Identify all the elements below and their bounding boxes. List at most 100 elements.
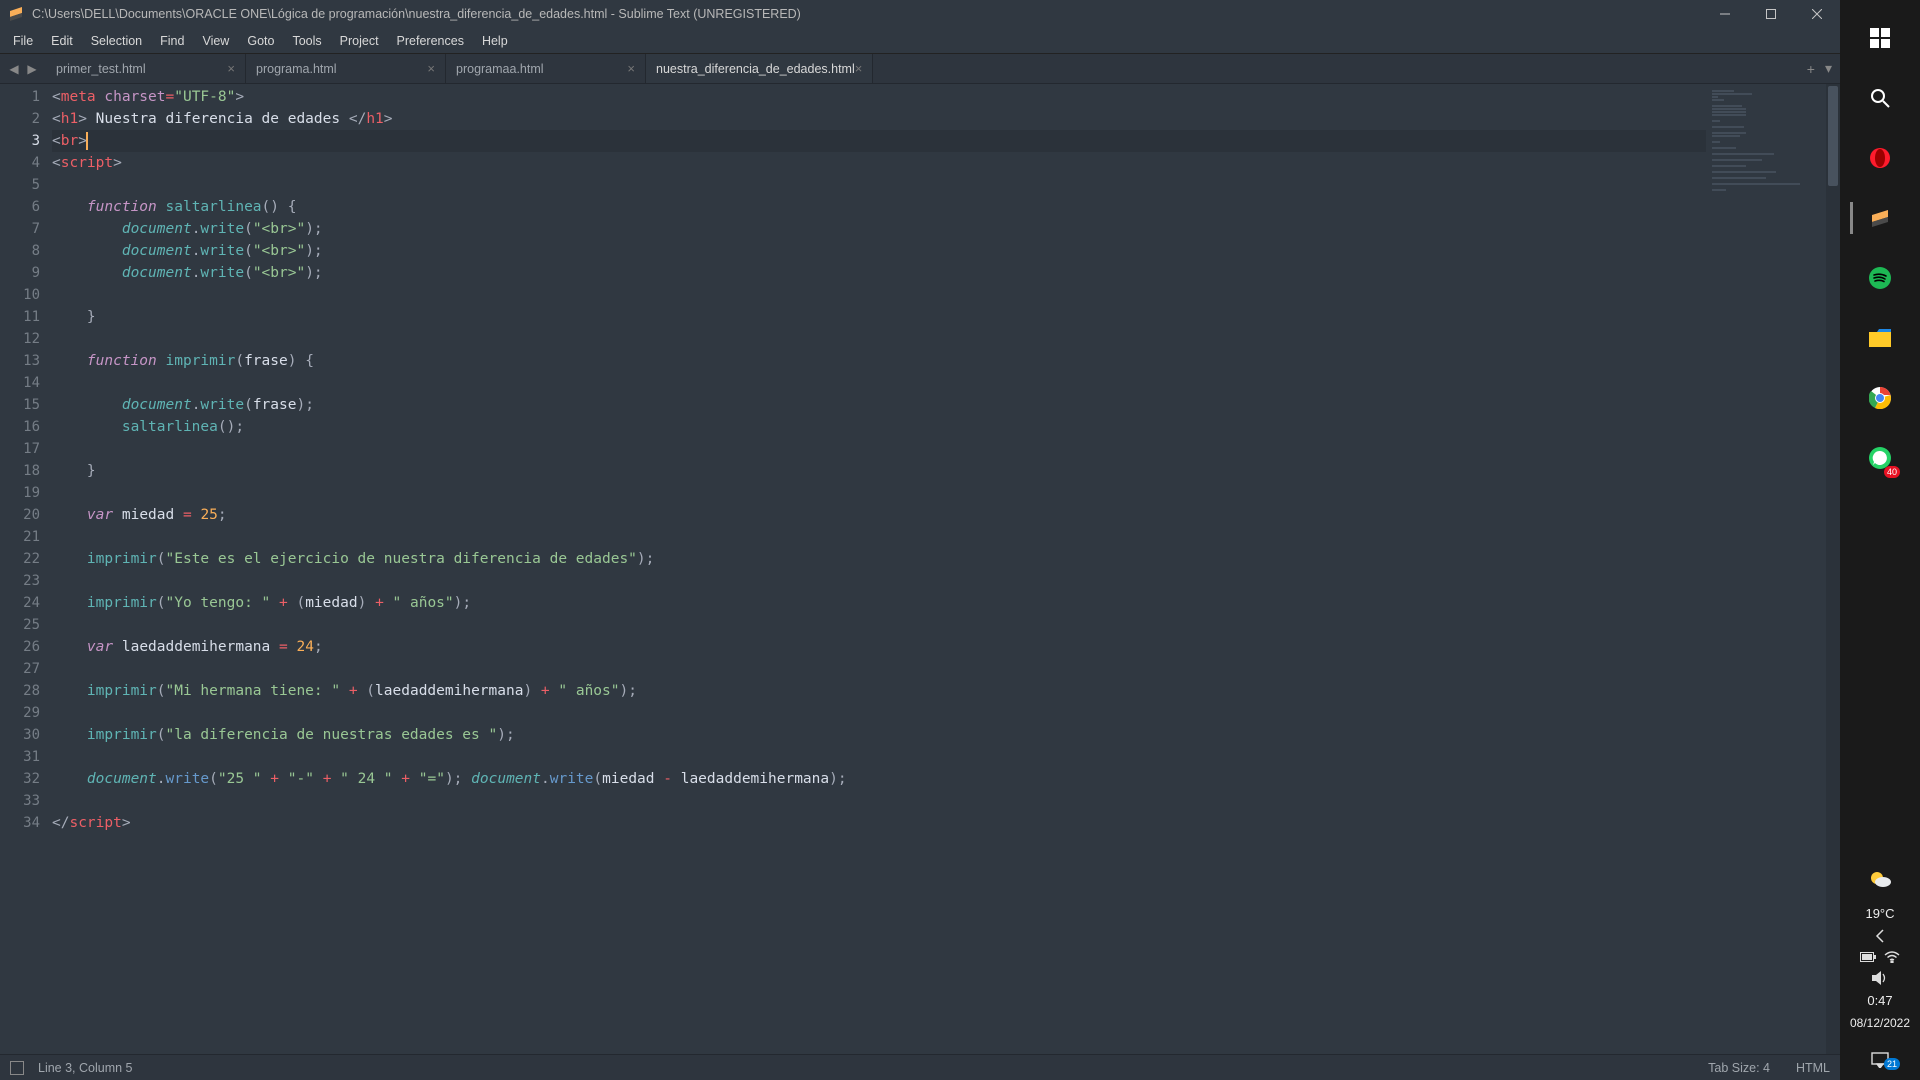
line-number[interactable]: 29 xyxy=(0,702,40,724)
code-line[interactable] xyxy=(52,284,1706,306)
menu-project[interactable]: Project xyxy=(331,30,388,52)
menu-goto[interactable]: Goto xyxy=(238,30,283,52)
code-line[interactable]: } xyxy=(52,306,1706,328)
status-syntax[interactable]: HTML xyxy=(1796,1061,1830,1075)
line-number[interactable]: 14 xyxy=(0,372,40,394)
explorer-icon[interactable] xyxy=(1850,308,1910,368)
code-line[interactable]: document.write("<br>"); xyxy=(52,218,1706,240)
line-number[interactable]: 15 xyxy=(0,394,40,416)
code-line[interactable]: imprimir("Mi hermana tiene: " + (laedadd… xyxy=(52,680,1706,702)
line-number[interactable]: 33 xyxy=(0,790,40,812)
volume-icon[interactable] xyxy=(1850,967,1910,989)
code-line[interactable] xyxy=(52,570,1706,592)
notifications-icon[interactable]: 21 xyxy=(1850,1040,1910,1080)
menu-preferences[interactable]: Preferences xyxy=(388,30,473,52)
code-line[interactable] xyxy=(52,526,1706,548)
line-number[interactable]: 22 xyxy=(0,548,40,570)
code-line[interactable]: <script> xyxy=(52,152,1706,174)
menu-file[interactable]: File xyxy=(4,30,42,52)
code-line[interactable]: imprimir("Este es el ejercicio de nuestr… xyxy=(52,548,1706,570)
line-number[interactable]: 21 xyxy=(0,526,40,548)
tab-nav-forward-icon[interactable]: ▶ xyxy=(24,61,40,77)
status-tabsize[interactable]: Tab Size: 4 xyxy=(1708,1061,1770,1075)
tray-icons[interactable] xyxy=(1850,947,1910,967)
minimize-button[interactable] xyxy=(1702,0,1748,28)
code-line[interactable] xyxy=(52,614,1706,636)
code-line[interactable]: imprimir("la diferencia de nuestras edad… xyxy=(52,724,1706,746)
line-number[interactable]: 3 xyxy=(0,130,40,152)
line-number[interactable]: 34 xyxy=(0,812,40,834)
line-number[interactable]: 16 xyxy=(0,416,40,438)
tab-nav-back-icon[interactable]: ◀ xyxy=(6,61,22,77)
code-line[interactable] xyxy=(52,328,1706,350)
line-number[interactable]: 9 xyxy=(0,262,40,284)
whatsapp-icon[interactable]: 40 xyxy=(1850,428,1910,488)
line-number[interactable]: 17 xyxy=(0,438,40,460)
line-number[interactable]: 30 xyxy=(0,724,40,746)
code-line[interactable] xyxy=(52,658,1706,680)
line-number[interactable]: 19 xyxy=(0,482,40,504)
search-icon[interactable] xyxy=(1850,68,1910,128)
line-number[interactable]: 4 xyxy=(0,152,40,174)
line-number[interactable]: 20 xyxy=(0,504,40,526)
tab-menu-button[interactable]: ▾ xyxy=(1825,60,1832,77)
line-number[interactable]: 5 xyxy=(0,174,40,196)
code-line[interactable] xyxy=(52,790,1706,812)
tab[interactable]: programaa.html× xyxy=(446,54,646,83)
code-line[interactable] xyxy=(52,702,1706,724)
code-line[interactable]: document.write("25 " + "-" + " 24 " + "=… xyxy=(52,768,1706,790)
line-number[interactable]: 24 xyxy=(0,592,40,614)
code-line[interactable]: var miedad = 25; xyxy=(52,504,1706,526)
line-number[interactable]: 6 xyxy=(0,196,40,218)
tab-close-icon[interactable]: × xyxy=(627,61,635,76)
code-line[interactable] xyxy=(52,482,1706,504)
code-area[interactable]: <meta charset="UTF-8"><h1> Nuestra difer… xyxy=(52,84,1706,1054)
line-number[interactable]: 28 xyxy=(0,680,40,702)
code-line[interactable]: <meta charset="UTF-8"> xyxy=(52,86,1706,108)
menu-find[interactable]: Find xyxy=(151,30,193,52)
spotify-icon[interactable] xyxy=(1850,248,1910,308)
code-line[interactable]: document.write("<br>"); xyxy=(52,240,1706,262)
code-line[interactable] xyxy=(52,746,1706,768)
code-line[interactable]: <br> xyxy=(52,130,1706,152)
line-number[interactable]: 25 xyxy=(0,614,40,636)
start-icon[interactable] xyxy=(1850,8,1910,68)
menu-selection[interactable]: Selection xyxy=(82,30,151,52)
code-line[interactable]: document.write("<br>"); xyxy=(52,262,1706,284)
line-number[interactable]: 1 xyxy=(0,86,40,108)
line-number[interactable]: 10 xyxy=(0,284,40,306)
tab-close-icon[interactable]: × xyxy=(227,61,235,76)
chrome-icon[interactable] xyxy=(1850,368,1910,428)
opera-icon[interactable] xyxy=(1850,128,1910,188)
scrollbar-thumb[interactable] xyxy=(1828,86,1838,186)
line-number[interactable]: 27 xyxy=(0,658,40,680)
maximize-button[interactable] xyxy=(1748,0,1794,28)
new-tab-button[interactable]: + xyxy=(1807,61,1815,77)
close-button[interactable] xyxy=(1794,0,1840,28)
tab[interactable]: programa.html× xyxy=(246,54,446,83)
tab[interactable]: primer_test.html× xyxy=(46,54,246,83)
code-line[interactable]: var laedaddemihermana = 24; xyxy=(52,636,1706,658)
line-number[interactable]: 7 xyxy=(0,218,40,240)
gutter[interactable]: 1234567891011121314151617181920212223242… xyxy=(0,84,52,1054)
tab-close-icon[interactable]: × xyxy=(855,61,863,76)
taskbar-chevron-icon[interactable] xyxy=(1850,925,1910,947)
code-line[interactable]: imprimir("Yo tengo: " + (miedad) + " año… xyxy=(52,592,1706,614)
code-line[interactable]: document.write(frase); xyxy=(52,394,1706,416)
menu-view[interactable]: View xyxy=(193,30,238,52)
line-number[interactable]: 2 xyxy=(0,108,40,130)
line-number[interactable]: 13 xyxy=(0,350,40,372)
clock-date[interactable]: 08/12/2022 xyxy=(1850,1012,1910,1034)
line-number[interactable]: 23 xyxy=(0,570,40,592)
code-line[interactable] xyxy=(52,438,1706,460)
menu-tools[interactable]: Tools xyxy=(283,30,330,52)
line-number[interactable]: 31 xyxy=(0,746,40,768)
titlebar[interactable]: C:\Users\DELL\Documents\ORACLE ONE\Lógic… xyxy=(0,0,1840,28)
code-line[interactable] xyxy=(52,372,1706,394)
clock-time[interactable]: 0:47 xyxy=(1850,989,1910,1012)
weather-icon[interactable] xyxy=(1850,856,1910,902)
line-number[interactable]: 8 xyxy=(0,240,40,262)
minimap[interactable] xyxy=(1706,84,1826,1054)
line-number[interactable]: 18 xyxy=(0,460,40,482)
panel-toggle-icon[interactable] xyxy=(10,1061,24,1075)
